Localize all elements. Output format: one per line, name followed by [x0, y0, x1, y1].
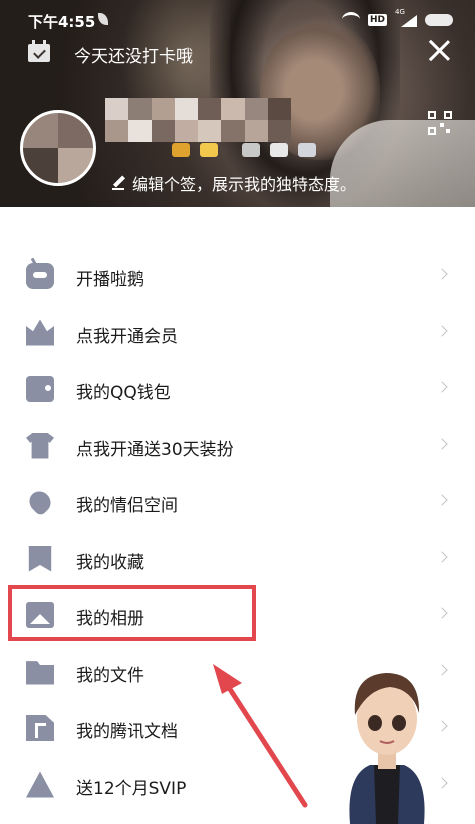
hd-badge: HD [367, 13, 387, 26]
menu-item-label: 我的QQ钱包 [76, 383, 171, 403]
checkin-text: 今天还没打卡哦 [74, 47, 193, 67]
album-highlight-box [8, 585, 256, 641]
menu-item-wallet[interactable]: 我的QQ钱包 [0, 361, 475, 418]
folder-icon [26, 661, 54, 685]
signal-icon: 4G [395, 8, 417, 27]
menu-item-favorites[interactable]: 我的收藏 [0, 531, 475, 588]
chevron-right-icon [436, 437, 448, 450]
bookmark-icon [28, 545, 52, 572]
broadcast-icon [26, 771, 54, 798]
bird-badge-icon [242, 143, 260, 157]
shirt-icon [26, 432, 54, 459]
qr-code-icon[interactable] [428, 111, 452, 135]
battery-icon [425, 13, 453, 26]
menu-item-dressup[interactable]: 点我开通送30天装扮 [0, 418, 475, 475]
heart-icon [25, 487, 55, 517]
nickname-mosaic [105, 98, 291, 142]
menu-item-live[interactable]: 开播啦鹅 [0, 248, 475, 305]
chevron-right-icon [436, 550, 448, 563]
profile-header: 下午4:55 HD 4G 今天还没打卡哦 编辑个签，展示我的独特态度。 [0, 0, 475, 207]
notification-leaf-icon [98, 13, 108, 25]
wifi-icon [341, 12, 360, 27]
avatar[interactable] [20, 110, 96, 186]
badge-row [172, 143, 316, 157]
menu-item-label: 点我开通送30天装扮 [76, 439, 234, 460]
calendar-check-icon [28, 40, 50, 62]
crown-badge-icon [172, 143, 190, 157]
menu-item-label: 我的文件 [76, 665, 144, 686]
menu-item-label: 我的收藏 [76, 552, 144, 573]
status-bar: 下午4:55 HD 4G [0, 0, 475, 40]
menu-item-label: 送12个月SVIP [76, 778, 187, 799]
signature-text: 编辑个签，展示我的独特态度。 [132, 175, 357, 194]
menu-item-label: 我的情侣空间 [76, 496, 178, 516]
star-badge-icon [200, 143, 218, 157]
chevron-right-icon [436, 381, 448, 393]
wallet-icon [26, 376, 54, 402]
chevron-right-icon [436, 268, 448, 280]
status-icons: HD 4G [341, 8, 453, 27]
chevron-right-icon [436, 607, 448, 619]
checkin-banner[interactable]: 今天还没打卡哦 [24, 40, 444, 68]
tv-icon [26, 263, 54, 289]
chevron-right-icon [436, 324, 448, 337]
menu-item-label: 点我开通会员 [76, 326, 178, 347]
menu-item-couple-space[interactable]: 我的情侣空间 [0, 474, 475, 531]
edit-pencil-icon [112, 176, 126, 190]
crown-icon [26, 319, 54, 346]
status-time: 下午4:55 [28, 13, 96, 31]
cartoon-character-icon [349, 673, 425, 824]
penguin-badge-icon [270, 143, 288, 157]
close-icon[interactable] [428, 39, 450, 61]
chevron-right-icon [436, 494, 448, 506]
menu-item-label: 开播啦鹅 [76, 270, 144, 290]
menu-item-membership[interactable]: 点我开通会员 [0, 305, 475, 362]
document-icon [26, 715, 54, 741]
diamond-badge-icon [298, 143, 316, 157]
signature-row[interactable]: 编辑个签，展示我的独特态度。 [112, 171, 356, 195]
menu-item-label: 我的腾讯文档 [76, 722, 178, 742]
